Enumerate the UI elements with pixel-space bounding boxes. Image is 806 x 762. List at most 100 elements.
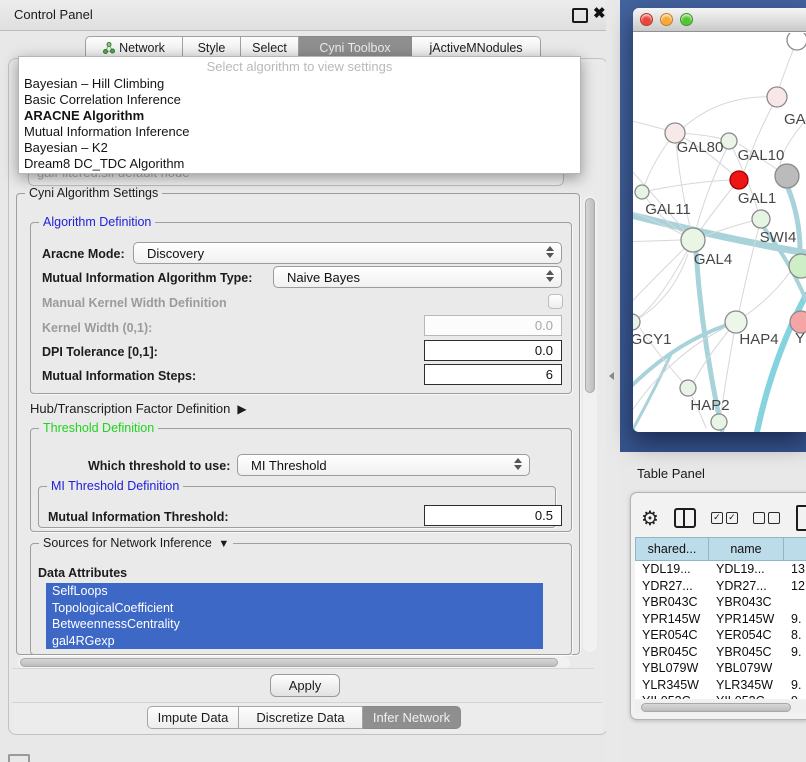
- apply-button[interactable]: Apply: [270, 674, 340, 697]
- network-node[interactable]: [787, 33, 806, 50]
- float-window-icon[interactable]: [572, 8, 588, 23]
- dropdown-item-dream8-dc-tdc-algorithm[interactable]: Dream8 DC_TDC Algorithm: [19, 156, 580, 172]
- select-all-columns-icon[interactable]: ✓✓: [711, 512, 738, 524]
- mi-algorithm-type-value: Naive Bayes: [287, 270, 360, 285]
- dropdown-item-bayesian-hill-climbing[interactable]: Bayesian – Hill Climbing: [19, 76, 580, 92]
- network-edge[interactable]: [642, 180, 730, 192]
- tab-label: Cyni Toolbox: [319, 41, 390, 55]
- table-row[interactable]: YDR27...YDR27...12: [635, 578, 806, 595]
- splitter-collapse-arrow-icon[interactable]: [609, 372, 614, 380]
- settings-vertical-scrollbar[interactable]: [583, 196, 597, 652]
- table-horizontal-scrollbar[interactable]: [635, 701, 806, 713]
- table-cell: 9.: [784, 644, 806, 661]
- hub-definition-toggle[interactable]: Hub/Transcription Factor Definition ▶: [30, 401, 247, 416]
- zoom-traffic-light-icon[interactable]: [680, 13, 693, 26]
- network-node[interactable]: [711, 414, 727, 430]
- table-row[interactable]: YBL079WYBL079W: [635, 660, 806, 677]
- network-window-titlebar[interactable]: [633, 8, 806, 32]
- network-node-gcy1[interactable]: [633, 314, 640, 330]
- columns-icon[interactable]: [674, 508, 696, 528]
- network-canvas[interactable]: GALGAL80GAL10GAL1GAL11GAL4SWI4GCY1HAP4YH…: [633, 33, 806, 432]
- algorithm-dropdown-placeholder: Select algorithm to view settings: [19, 57, 580, 76]
- network-node[interactable]: [775, 164, 799, 188]
- node-label: GAL: [784, 111, 806, 128]
- network-node-swi4[interactable]: [789, 254, 806, 278]
- network-node-gal4[interactable]: [681, 228, 705, 252]
- network-node-hap2[interactable]: [680, 380, 696, 396]
- bottom-tab-discretize-data[interactable]: Discretize Data: [239, 706, 363, 729]
- bottom-tab-infer-network[interactable]: Infer Network: [363, 706, 461, 729]
- spinner-arrows-icon: [546, 246, 554, 258]
- settings-vertical-scrollbar-thumb[interactable]: [585, 198, 595, 393]
- which-threshold-select[interactable]: MI Threshold: [237, 454, 530, 476]
- data-attributes-list[interactable]: SelfLoopsTopologicalCoefficientBetweenne…: [46, 583, 543, 649]
- table-cell: [784, 594, 806, 611]
- deselect-all-columns-icon[interactable]: [753, 512, 780, 524]
- network-icon: [103, 42, 115, 54]
- network-node-gal11[interactable]: [635, 185, 649, 199]
- minimized-panel-icon[interactable]: [8, 754, 30, 762]
- settings-horizontal-scrollbar-thumb[interactable]: [20, 658, 558, 667]
- mi-steps-input[interactable]: 6: [424, 364, 562, 385]
- column-header-shared[interactable]: shared...: [635, 537, 709, 561]
- table-row[interactable]: YBR045CYBR045C9.: [635, 644, 806, 661]
- kernel-width-label: Kernel Width (0,1):: [42, 321, 152, 335]
- network-node-gal[interactable]: [767, 87, 787, 107]
- table-horizontal-scrollbar-thumb[interactable]: [641, 703, 791, 712]
- network-view-window[interactable]: GALGAL80GAL10GAL1GAL11GAL4SWI4GCY1HAP4YH…: [633, 8, 806, 432]
- network-node-gal10[interactable]: [721, 133, 737, 149]
- attribute-item-gal4rgexp[interactable]: gal4RGexp: [46, 633, 543, 650]
- table-row[interactable]: YBR043CYBR043C: [635, 594, 806, 611]
- network-edge[interactable]: [684, 97, 777, 127]
- table-row[interactable]: YLR345WYLR345W9.: [635, 677, 806, 694]
- dpi-tolerance-value: 0.0: [535, 343, 553, 358]
- file-icon[interactable]: [796, 505, 806, 531]
- attribute-item-betweennesscentrality[interactable]: BetweennessCentrality: [46, 616, 543, 633]
- network-edge[interactable]: [693, 148, 727, 240]
- dpi-tolerance-input[interactable]: 0.0: [424, 340, 562, 361]
- mi-threshold-input[interactable]: 0.5: [424, 505, 562, 526]
- network-edge[interactable]: [633, 118, 666, 130]
- table-row[interactable]: YDL19...YDL19...13: [635, 561, 806, 578]
- network-graph[interactable]: GALGAL80GAL10GAL1GAL11GAL4SWI4GCY1HAP4YH…: [633, 33, 806, 432]
- aracne-mode-select[interactable]: Discovery: [133, 242, 562, 264]
- network-edge[interactable]: [633, 240, 681, 242]
- kernel-width-input[interactable]: 0.0: [424, 315, 562, 336]
- dropdown-item-mutual-information-inference[interactable]: Mutual Information Inference: [19, 124, 580, 140]
- table-toolbar: ⚙ ✓✓: [635, 505, 806, 531]
- column-header-2[interactable]: [784, 537, 806, 561]
- table-row[interactable]: YER054CYER054C8.: [635, 627, 806, 644]
- minimize-traffic-light-icon[interactable]: [660, 13, 673, 26]
- threshold-definition-title: Threshold Definition: [39, 421, 158, 435]
- mi-steps-label: Mutual Information Steps:: [42, 369, 196, 383]
- network-edge[interactable]: [633, 352, 672, 432]
- attribute-item-selfloops[interactable]: SelfLoops: [46, 583, 543, 600]
- mi-algorithm-type-select[interactable]: Naive Bayes: [273, 266, 562, 288]
- sources-group-title[interactable]: Sources for Network Inference ▼: [39, 536, 233, 550]
- network-edge[interactable]: [633, 240, 693, 312]
- attribute-item-topologicalcoefficient[interactable]: TopologicalCoefficient: [46, 600, 543, 617]
- which-threshold-value: MI Threshold: [251, 458, 327, 473]
- table-cell: 12: [784, 578, 806, 595]
- network-node-gal1[interactable]: [752, 210, 770, 228]
- mi-steps-value: 6: [546, 367, 553, 382]
- network-edge[interactable]: [638, 240, 693, 318]
- table-row[interactable]: YIL052CYIL052C9: [635, 693, 806, 699]
- network-edge[interactable]: [739, 219, 761, 312]
- node-label: HAP2: [690, 397, 729, 414]
- network-node[interactable]: [730, 171, 748, 189]
- spinner-arrows-icon: [514, 458, 522, 470]
- bottom-tab-impute-data[interactable]: Impute Data: [147, 706, 239, 729]
- close-traffic-light-icon[interactable]: [640, 13, 653, 26]
- panel-splitter[interactable]: [606, 0, 620, 762]
- network-node-hap4[interactable]: [725, 311, 747, 333]
- table-panel-title: Table Panel: [637, 466, 705, 481]
- gear-icon[interactable]: ⚙: [641, 506, 659, 531]
- dropdown-item-basic-correlation-inference[interactable]: Basic Correlation Inference: [19, 92, 580, 108]
- close-icon[interactable]: ✖: [593, 4, 606, 22]
- column-header-name[interactable]: name: [709, 537, 784, 561]
- dropdown-item-aracne-algorithm[interactable]: ARACNE Algorithm: [19, 108, 580, 124]
- dropdown-item-bayesian-k2[interactable]: Bayesian – K2: [19, 140, 580, 156]
- table-row[interactable]: YPR145WYPR145W9.: [635, 611, 806, 628]
- manual-kernel-width-checkbox[interactable]: [548, 294, 563, 309]
